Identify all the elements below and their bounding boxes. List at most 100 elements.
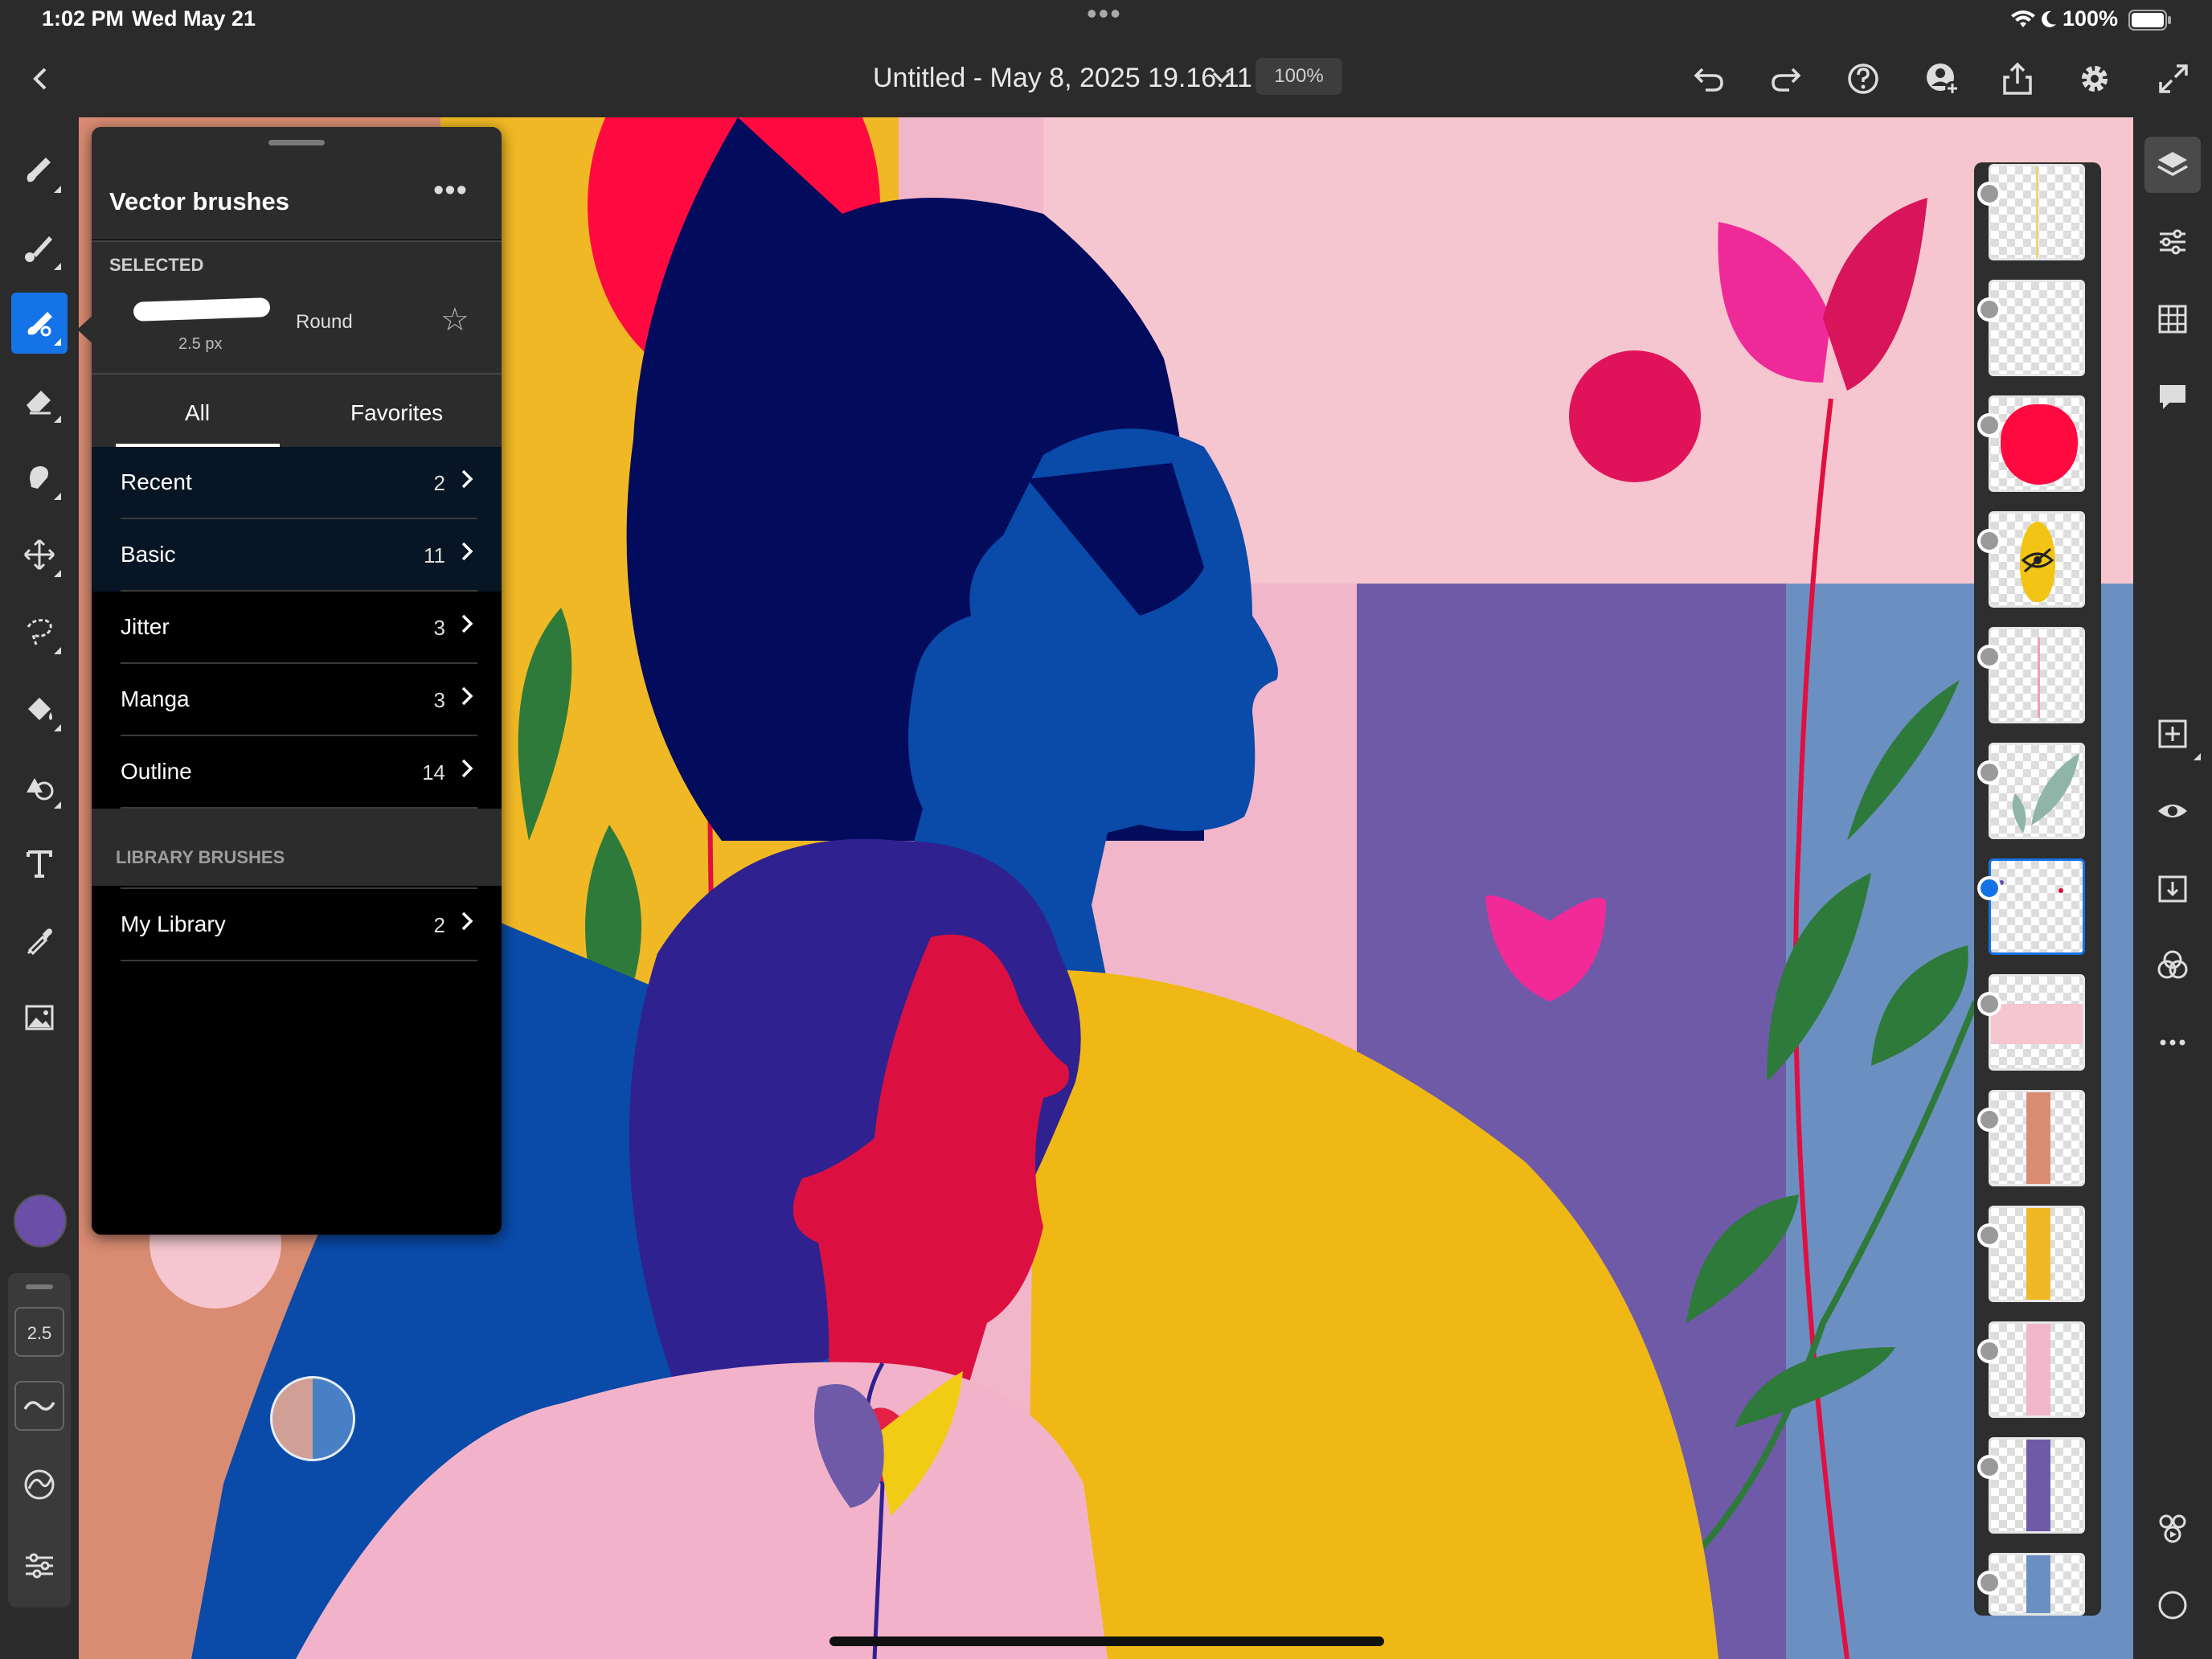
layer-visibility-dot[interactable] bbox=[1977, 182, 2001, 206]
layer-thumbnail[interactable] bbox=[1989, 1553, 2085, 1616]
help-icon[interactable] bbox=[1841, 56, 1886, 101]
circle-icon bbox=[2158, 1591, 2187, 1620]
layer-thumbnail[interactable] bbox=[1989, 280, 2085, 376]
invite-user-icon[interactable] bbox=[1919, 56, 1964, 101]
panel-drag-handle[interactable] bbox=[268, 140, 325, 145]
settings-gear-icon[interactable] bbox=[2072, 56, 2117, 101]
back-icon[interactable] bbox=[18, 56, 63, 101]
lasso-icon bbox=[27, 619, 52, 645]
chevron-down-icon[interactable] bbox=[1209, 64, 1235, 90]
transform-tool[interactable] bbox=[11, 524, 68, 585]
layer-visibility-dot[interactable] bbox=[1977, 760, 2001, 784]
layers-button[interactable] bbox=[2144, 137, 2201, 193]
color-swatch[interactable] bbox=[14, 1194, 67, 1247]
layer-thumbnail[interactable] bbox=[1989, 743, 2085, 839]
layer-thumbnail[interactable] bbox=[1989, 974, 2085, 1071]
vector-brush-tool[interactable] bbox=[11, 293, 68, 354]
more-layer-options-button[interactable] bbox=[2144, 1014, 2201, 1071]
touch-shortcut-button[interactable] bbox=[2144, 1577, 2201, 1633]
eye-icon bbox=[2158, 805, 2187, 817]
selection-tool[interactable] bbox=[11, 601, 68, 662]
layer-thumbnail[interactable] bbox=[1989, 627, 2085, 723]
smudge-tool[interactable] bbox=[11, 447, 68, 508]
layer-properties-button[interactable] bbox=[2144, 214, 2201, 270]
pressure-button[interactable] bbox=[21, 1466, 58, 1503]
multitask-dots-icon[interactable]: ••• bbox=[1087, 0, 1122, 31]
layer-thumbnail[interactable] bbox=[1989, 1321, 2085, 1418]
redo-icon[interactable] bbox=[1763, 56, 1809, 101]
image-icon bbox=[25, 1005, 54, 1030]
visibility-button[interactable] bbox=[2144, 783, 2201, 839]
place-image-tool[interactable] bbox=[11, 987, 68, 1048]
layer-visibility-dot[interactable] bbox=[1977, 992, 2001, 1016]
share-icon[interactable] bbox=[1995, 56, 2040, 101]
timelapse-button[interactable] bbox=[2144, 1500, 2201, 1556]
blend-circles-icon bbox=[2157, 950, 2188, 979]
right-toolbar bbox=[2133, 117, 2212, 1659]
layer-thumbnail[interactable] bbox=[1989, 164, 2085, 260]
layers-panel bbox=[1974, 162, 2101, 1616]
layer-visibility-dot-selected[interactable] bbox=[1977, 876, 2001, 900]
layer-thumbnail[interactable] bbox=[1989, 1437, 2085, 1534]
eyedropper-tool[interactable] bbox=[11, 910, 68, 971]
brush-settings-button[interactable] bbox=[21, 1546, 58, 1583]
category-label: Manga bbox=[121, 686, 190, 711]
layer-thumbnail[interactable] bbox=[1989, 395, 2085, 492]
undo-icon[interactable] bbox=[1686, 56, 1731, 101]
layer-visibility-dot[interactable] bbox=[1977, 1339, 2001, 1363]
brush-stroke-preview[interactable] bbox=[133, 297, 271, 322]
merge-icon bbox=[2158, 875, 2187, 903]
layer-thumbnail-selected[interactable] bbox=[1989, 858, 2085, 955]
layer-visibility-dot[interactable] bbox=[1977, 1571, 2001, 1595]
layer-visibility-dot[interactable] bbox=[1977, 1223, 2001, 1247]
brush-tabs: All Favorites bbox=[92, 373, 502, 452]
brush-size-field[interactable]: 2.5 bbox=[14, 1307, 64, 1357]
home-indicator[interactable] bbox=[830, 1636, 1384, 1646]
group-handle[interactable] bbox=[26, 1284, 53, 1289]
hidden-eye-icon[interactable] bbox=[2020, 546, 2055, 575]
category-row-manga[interactable]: Manga 3 bbox=[121, 664, 477, 736]
category-count: 11 bbox=[424, 543, 445, 567]
pixel-brush-tool[interactable] bbox=[11, 140, 68, 201]
panel-more-icon[interactable]: ••• bbox=[433, 174, 468, 208]
status-time: 1:02 PM bbox=[42, 6, 125, 31]
layer-visibility-dot[interactable] bbox=[1977, 297, 2001, 322]
category-row-basic[interactable]: Basic 11 bbox=[121, 519, 477, 592]
layer-visibility-dot[interactable] bbox=[1977, 529, 2001, 553]
category-row-jitter[interactable]: Jitter 3 bbox=[121, 592, 477, 664]
chevron-right-icon bbox=[461, 542, 473, 561]
color-puck[interactable] bbox=[270, 1376, 355, 1461]
layer-visibility-dot[interactable] bbox=[1977, 645, 2001, 669]
battery-icon bbox=[2128, 10, 2171, 31]
merge-down-button[interactable] bbox=[2144, 860, 2201, 916]
tab-favorites[interactable]: Favorites bbox=[350, 400, 443, 426]
layer-thumbnail[interactable] bbox=[1989, 1090, 2085, 1186]
text-tool[interactable] bbox=[11, 833, 68, 894]
document-title[interactable]: Untitled - May 8, 2025 19.16.11 bbox=[873, 63, 1252, 94]
selected-brush-size: 2.5 px bbox=[178, 335, 223, 353]
add-layer-button[interactable] bbox=[2144, 706, 2201, 762]
live-brush-icon bbox=[25, 236, 52, 262]
wave-icon bbox=[23, 1401, 55, 1411]
live-brush-tool[interactable] bbox=[11, 217, 68, 278]
panel-title: Vector brushes bbox=[109, 187, 289, 215]
category-row-recent[interactable]: Recent 2 bbox=[121, 447, 477, 519]
library-row-my-library[interactable]: My Library 2 bbox=[121, 887, 477, 961]
zoom-level[interactable]: 100% bbox=[1256, 58, 1342, 95]
tab-all[interactable]: All bbox=[185, 400, 210, 426]
fullscreen-icon[interactable] bbox=[2151, 56, 2196, 101]
grid-button[interactable] bbox=[2144, 291, 2201, 347]
layer-thumbnail[interactable] bbox=[1989, 511, 2085, 608]
blend-mode-button[interactable] bbox=[2144, 937, 2201, 993]
layer-thumbnail[interactable] bbox=[1989, 1206, 2085, 1302]
shape-tool[interactable] bbox=[11, 756, 68, 817]
comments-button[interactable] bbox=[2144, 368, 2201, 424]
layer-visibility-dot[interactable] bbox=[1977, 1455, 2001, 1479]
layer-visibility-dot[interactable] bbox=[1977, 1108, 2001, 1132]
stroke-smoothing-button[interactable] bbox=[14, 1381, 64, 1431]
layer-visibility-dot[interactable] bbox=[1977, 413, 2001, 437]
eraser-tool[interactable] bbox=[11, 370, 68, 431]
category-row-outline[interactable]: Outline 14 bbox=[121, 736, 477, 809]
favorite-star-icon[interactable]: ☆ bbox=[440, 301, 469, 338]
fill-tool[interactable] bbox=[11, 678, 68, 739]
